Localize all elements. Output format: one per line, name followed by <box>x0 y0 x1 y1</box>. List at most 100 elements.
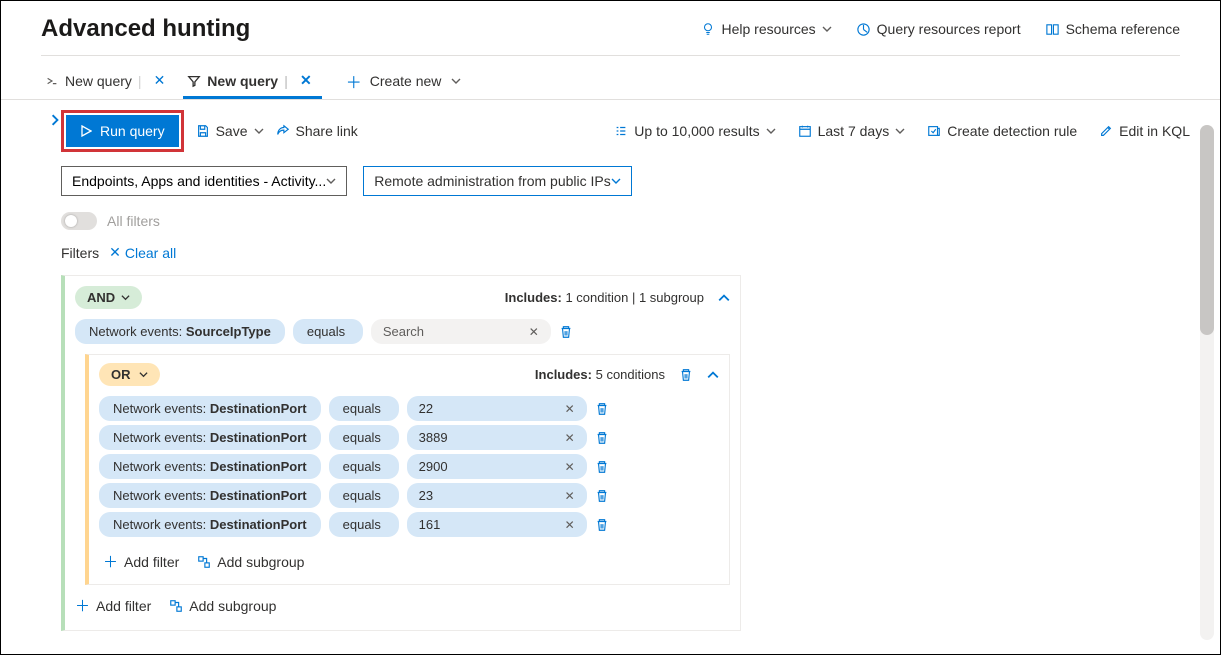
schema-reference-button[interactable]: Schema reference <box>1045 21 1180 37</box>
clear-value-icon[interactable]: ✕ <box>529 325 539 339</box>
or-operator-chip[interactable]: OR <box>99 363 160 386</box>
create-detection-rule-label: Create detection rule <box>947 123 1077 139</box>
value-placeholder: Search <box>383 324 424 339</box>
dashboard-icon <box>856 22 871 37</box>
close-icon[interactable]: ✕ <box>148 72 172 89</box>
clear-value-icon[interactable]: ✕ <box>565 460 575 474</box>
share-icon <box>276 124 290 138</box>
field-pill[interactable]: Network events: SourceIpType <box>75 319 285 344</box>
value-text: 2900 <box>419 459 448 474</box>
tab-label: New query <box>65 73 132 89</box>
field-pill[interactable]: Network events: DestinationPort <box>99 396 321 421</box>
query-resources-report-button[interactable]: Query resources report <box>856 21 1021 37</box>
clear-value-icon[interactable]: ✕ <box>565 518 575 532</box>
value-pill[interactable]: 23✕ <box>407 483 587 508</box>
play-icon <box>80 125 92 137</box>
operator-pill[interactable]: equals <box>293 319 363 344</box>
value-pill[interactable]: 3889 ✕ <box>407 425 587 450</box>
clear-value-icon[interactable]: ✕ <box>565 489 575 503</box>
value-text: 3889 <box>419 430 448 445</box>
operator-pill[interactable]: equals <box>329 483 399 508</box>
or-filter-subgroup: OR Includes: 5 conditions Network events… <box>85 354 730 585</box>
value-search-input[interactable]: Search ✕ <box>371 319 551 344</box>
time-range-label: Last 7 days <box>818 123 890 139</box>
plus-icon: ＋ <box>103 551 118 572</box>
chevron-down-icon <box>326 176 336 186</box>
time-range-button[interactable]: Last 7 days <box>798 123 906 139</box>
query-template-selector[interactable]: Remote administration from public IPs <box>363 166 632 196</box>
scrollbar-track[interactable] <box>1200 125 1214 640</box>
run-query-label: Run query <box>100 123 165 139</box>
and-label: AND <box>87 290 115 305</box>
tabs-bar: New query | ✕ New query | ✕ ＋ Create new <box>1 56 1220 100</box>
delete-condition-button[interactable] <box>595 489 609 503</box>
and-filter-group: AND Includes: 1 condition | 1 subgroup N… <box>61 275 741 631</box>
delete-subgroup-button[interactable] <box>679 368 693 382</box>
clear-value-icon[interactable]: ✕ <box>565 402 575 416</box>
chevron-down-icon <box>611 176 621 186</box>
filter-icon <box>187 74 201 88</box>
field-pill[interactable]: Network events: DestinationPort <box>99 425 321 450</box>
save-icon <box>196 124 210 138</box>
value-text: 22 <box>419 401 433 416</box>
field-pill[interactable]: Network events: DestinationPort <box>99 512 321 537</box>
list-icon <box>614 124 628 138</box>
create-new-tab[interactable]: ＋ Create new <box>342 63 466 103</box>
create-detection-rule-button[interactable]: Create detection rule <box>927 123 1077 139</box>
delete-condition-button[interactable] <box>595 460 609 474</box>
delete-condition-button[interactable] <box>595 402 609 416</box>
value-pill[interactable]: 161✕ <box>407 512 587 537</box>
operator-pill[interactable]: equals <box>329 396 399 421</box>
data-source-label: Endpoints, Apps and identities - Activit… <box>72 173 326 189</box>
or-condition-row: Network events: DestinationPort equals 161… <box>99 512 719 537</box>
operator-pill[interactable]: equals <box>329 454 399 479</box>
collapse-subgroup-button[interactable] <box>707 369 719 381</box>
delete-condition-button[interactable] <box>595 518 609 532</box>
clear-value-icon[interactable]: ✕ <box>565 431 575 445</box>
chevron-down-icon <box>254 126 264 136</box>
chevron-down-icon <box>766 126 776 136</box>
value-pill[interactable]: 2900 ✕ <box>407 454 587 479</box>
collapse-group-button[interactable] <box>718 292 730 304</box>
add-subgroup-button-inner[interactable]: Add subgroup <box>197 551 304 572</box>
data-source-selector[interactable]: Endpoints, Apps and identities - Activit… <box>61 166 347 196</box>
run-query-button[interactable]: Run query <box>66 115 179 147</box>
add-filter-label: Add filter <box>96 598 151 614</box>
calendar-icon <box>798 124 812 138</box>
field-pill[interactable]: Network events: DestinationPort <box>99 454 321 479</box>
all-filters-toggle[interactable] <box>61 212 97 230</box>
share-link-button[interactable]: Share link <box>276 123 358 139</box>
schema-reference-label: Schema reference <box>1066 21 1180 37</box>
help-resources-button[interactable]: Help resources <box>701 21 831 37</box>
plus-icon: ＋ <box>75 595 90 616</box>
tab-new-query-2[interactable]: New query | ✕ <box>183 66 321 99</box>
or-condition-row: Network events: DestinationPort equals 23✕ <box>99 483 719 508</box>
value-pill[interactable]: 22 ✕ <box>407 396 587 421</box>
operator-pill[interactable]: equals <box>329 425 399 450</box>
close-icon[interactable]: ✕ <box>294 72 318 89</box>
add-subgroup-button-outer[interactable]: Add subgroup <box>169 595 276 616</box>
subgroup-icon <box>197 555 211 569</box>
add-filter-button-outer[interactable]: ＋ Add filter <box>75 595 151 616</box>
edit-in-kql-button[interactable]: Edit in KQL <box>1099 123 1190 139</box>
scrollbar-thumb[interactable] <box>1200 125 1214 335</box>
delete-condition-button[interactable] <box>559 325 573 339</box>
expand-panel-button[interactable] <box>49 114 61 126</box>
add-subgroup-label: Add subgroup <box>189 598 276 614</box>
close-icon: ✕ <box>109 244 121 261</box>
delete-condition-button[interactable] <box>595 431 609 445</box>
and-operator-chip[interactable]: AND <box>75 286 142 309</box>
add-filter-button-inner[interactable]: ＋Add filter <box>103 551 179 572</box>
results-limit-button[interactable]: Up to 10,000 results <box>614 123 775 139</box>
and-condition-row: Network events: SourceIpType equals Sear… <box>75 319 730 344</box>
tab-new-query-1[interactable]: New query | ✕ <box>41 66 175 99</box>
subgroup-icon <box>169 599 183 613</box>
chevron-down-icon <box>139 370 148 379</box>
plus-icon: ＋ <box>346 69 362 93</box>
field-pill[interactable]: Network events: DestinationPort <box>99 483 321 508</box>
query-icon <box>45 74 59 88</box>
save-button[interactable]: Save <box>196 123 264 139</box>
clear-all-button[interactable]: ✕ Clear all <box>109 244 176 261</box>
clear-all-label: Clear all <box>125 245 176 261</box>
operator-pill[interactable]: equals <box>329 512 399 537</box>
